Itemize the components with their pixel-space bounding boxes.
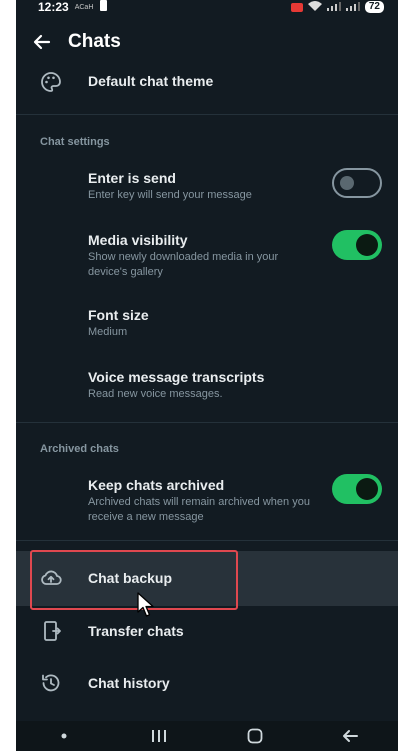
setting-subtitle: Archived chats will remain archived when… (88, 496, 310, 523)
status-small-label: ACaH (74, 3, 94, 11)
recents-icon[interactable] (139, 724, 179, 748)
setting-title: Chat history (88, 675, 170, 691)
system-nav-bar (16, 721, 398, 751)
setting-subtitle: Medium (88, 326, 128, 338)
status-bar: 12:23 ACaH 72 (16, 0, 398, 14)
setting-text: Voice message transcripts Read new voice… (88, 369, 318, 402)
setting-keep-chats-archived[interactable]: Keep chats archived Archived chats will … (16, 468, 398, 528)
setting-subtitle: Enter key will send your message (88, 189, 252, 201)
setting-subtitle: Read new voice messages. (88, 388, 223, 400)
setting-voice-transcripts[interactable]: Voice message transcripts Read new voice… (16, 362, 398, 408)
setting-text: Chat history (88, 675, 318, 692)
palette-icon (40, 71, 62, 93)
divider (16, 422, 398, 423)
setting-text: Font size Medium (88, 307, 318, 340)
setting-text: Enter is send Enter key will send your m… (88, 170, 318, 203)
status-time: 12:23 (38, 0, 69, 14)
section-header-chat-settings: Chat settings (40, 136, 110, 148)
enter-is-send-toggle[interactable] (332, 168, 382, 198)
signal-icon-2 (345, 0, 360, 14)
dot-icon (44, 724, 84, 748)
phone-transfer-icon (40, 620, 62, 642)
setting-text: Keep chats archived Archived chats will … (88, 477, 318, 525)
setting-text: Media visibility Show newly downloaded m… (88, 232, 318, 280)
setting-title: Default chat theme (88, 73, 214, 89)
app-bar: Chats (16, 22, 398, 62)
media-visibility-toggle[interactable] (332, 230, 382, 260)
setting-title: Transfer chats (88, 623, 184, 639)
status-right: 72 (290, 0, 398, 14)
signal-icon (326, 0, 341, 14)
notification-icon (99, 0, 108, 14)
divider (16, 540, 398, 541)
phone-screen: 12:23 ACaH 72 Chats Default chat theme C… (16, 0, 398, 751)
nav-back-icon[interactable] (330, 724, 370, 748)
toggle-knob (340, 176, 354, 190)
screen-record-icon (290, 2, 303, 12)
toggle-knob (356, 234, 378, 256)
setting-default-chat-theme[interactable]: Default chat theme (16, 62, 398, 102)
setting-media-visibility[interactable]: Media visibility Show newly downloaded m… (16, 224, 398, 284)
setting-text: Transfer chats (88, 623, 318, 640)
setting-title: Keep chats archived (88, 477, 225, 493)
toggle-knob (356, 478, 378, 500)
setting-text: Default chat theme (88, 73, 318, 90)
history-icon (40, 672, 62, 694)
setting-font-size[interactable]: Font size Medium (16, 300, 398, 346)
section-header-archived-chats: Archived chats (40, 443, 119, 455)
setting-transfer-chats[interactable]: Transfer chats (16, 606, 398, 658)
arrow-left-icon[interactable] (30, 30, 54, 54)
setting-title: Font size (88, 307, 149, 323)
setting-chat-history[interactable]: Chat history (16, 658, 398, 710)
battery-indicator: 72 (364, 1, 384, 13)
divider (16, 114, 398, 115)
setting-title: Voice message transcripts (88, 369, 265, 385)
setting-title: Enter is send (88, 170, 176, 186)
home-icon[interactable] (235, 724, 275, 748)
setting-title: Media visibility (88, 232, 188, 248)
page-title: Chats (68, 31, 121, 52)
setting-enter-is-send[interactable]: Enter is send Enter key will send your m… (16, 162, 398, 208)
status-left: 12:23 ACaH (16, 0, 108, 14)
setting-subtitle: Show newly downloaded media in your devi… (88, 251, 279, 278)
highlight-box (30, 550, 238, 610)
keep-archived-toggle[interactable] (332, 474, 382, 504)
wifi-icon (307, 0, 322, 14)
